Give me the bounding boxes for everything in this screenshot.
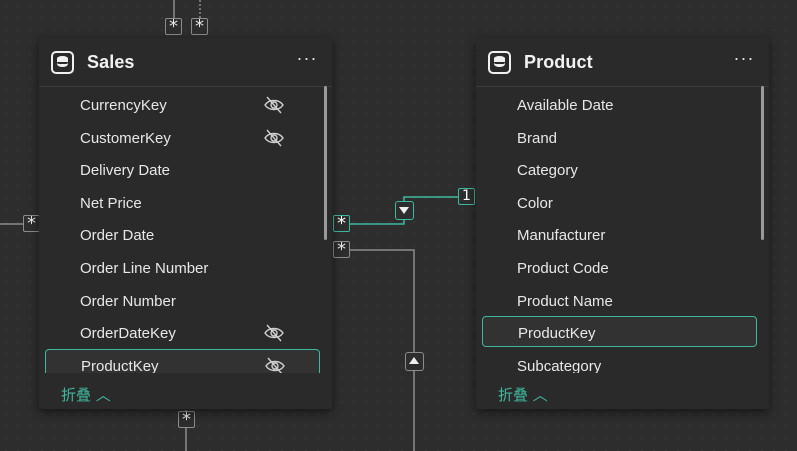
field-row[interactable]: CurrencyKey	[39, 88, 320, 120]
filter-direction-down-icon[interactable]	[395, 201, 414, 220]
field-row[interactable]: Product Name	[476, 284, 757, 316]
collapse-button[interactable]: 折叠 ︿	[61, 384, 111, 405]
field-label: Order Line Number	[80, 260, 209, 277]
field-label: Manufacturer	[517, 227, 606, 245]
field-label: ProductKey	[81, 357, 159, 373]
field-row[interactable]: Available Date	[476, 88, 757, 120]
field-row[interactable]: Order Line Number	[39, 251, 320, 283]
field-list[interactable]: Available Date Brand Category Color Manufact…	[476, 88, 769, 373]
field-label: Product Name	[517, 292, 613, 310]
field-label: Order Date	[80, 227, 155, 245]
field-row[interactable]: Manufacturer	[476, 218, 757, 250]
field-row[interactable]: Subcategory	[476, 349, 757, 373]
scrollbar[interactable]	[761, 86, 764, 240]
table-title: Sales	[87, 52, 135, 72]
field-label: ProductKey	[518, 325, 596, 343]
many-cardinality-marker-active[interactable]: *	[333, 215, 350, 233]
field-row[interactable]: CustomerKey	[39, 121, 320, 153]
one-cardinality-marker[interactable]: 1	[458, 188, 475, 205]
field-label: Subcategory	[517, 357, 602, 373]
scrollbar[interactable]	[324, 86, 327, 240]
many-cardinality-marker[interactable]: *	[165, 18, 182, 36]
collapse-button[interactable]: 折叠 ︿	[498, 384, 548, 405]
field-row[interactable]: Color	[476, 186, 757, 218]
field-label: Category	[517, 162, 578, 180]
many-cardinality-marker[interactable]: *	[191, 18, 208, 36]
field-row[interactable]: ProductKey	[45, 348, 320, 373]
filter-direction-up-icon[interactable]	[405, 352, 424, 371]
more-options-button[interactable]: ···	[296, 49, 318, 72]
table-icon	[51, 51, 74, 74]
eye-hidden-icon[interactable]	[263, 128, 285, 148]
field-row[interactable]: OrderDateKey	[39, 316, 320, 348]
field-label: Net Price	[80, 194, 142, 212]
field-label: Brand	[517, 129, 558, 147]
sales-table-card[interactable]: Sales ··· CurrencyKey CustomerKey Delivery…	[39, 38, 332, 409]
field-label: Product Code	[517, 260, 609, 277]
field-row[interactable]: Category	[476, 153, 757, 185]
field-row[interactable]: Brand	[476, 121, 757, 153]
product-table-card[interactable]: Product ··· Available Date Brand Category C…	[476, 38, 769, 409]
field-row[interactable]: ProductKey	[482, 316, 757, 348]
many-cardinality-marker[interactable]: *	[178, 411, 195, 429]
sales-table-header[interactable]: Sales ···	[39, 38, 332, 87]
more-options-button[interactable]: ···	[733, 49, 755, 72]
field-row[interactable]: Net Price	[39, 186, 320, 218]
field-row[interactable]: Order Date	[39, 218, 320, 250]
table-icon	[488, 51, 511, 74]
field-label: Order Number	[80, 292, 176, 310]
product-table-header[interactable]: Product ···	[476, 38, 769, 87]
eye-hidden-icon[interactable]	[263, 95, 285, 115]
eye-hidden-icon[interactable]	[264, 356, 286, 373]
field-row[interactable]: Order Number	[39, 284, 320, 316]
field-list[interactable]: CurrencyKey CustomerKey Delivery Date Net P…	[39, 88, 332, 373]
field-label: Available Date	[517, 97, 614, 114]
many-cardinality-marker[interactable]: *	[333, 241, 350, 259]
field-row[interactable]: Product Code	[476, 251, 757, 283]
field-label: CustomerKey	[80, 129, 171, 147]
many-cardinality-marker[interactable]: *	[23, 215, 40, 233]
field-label: CurrencyKey	[80, 97, 167, 114]
field-row[interactable]: Delivery Date	[39, 153, 320, 185]
table-title: Product	[524, 52, 593, 72]
field-label: OrderDateKey	[80, 325, 176, 343]
field-label: Color	[517, 194, 553, 212]
eye-hidden-icon[interactable]	[263, 323, 285, 343]
field-label: Delivery Date	[80, 162, 171, 180]
